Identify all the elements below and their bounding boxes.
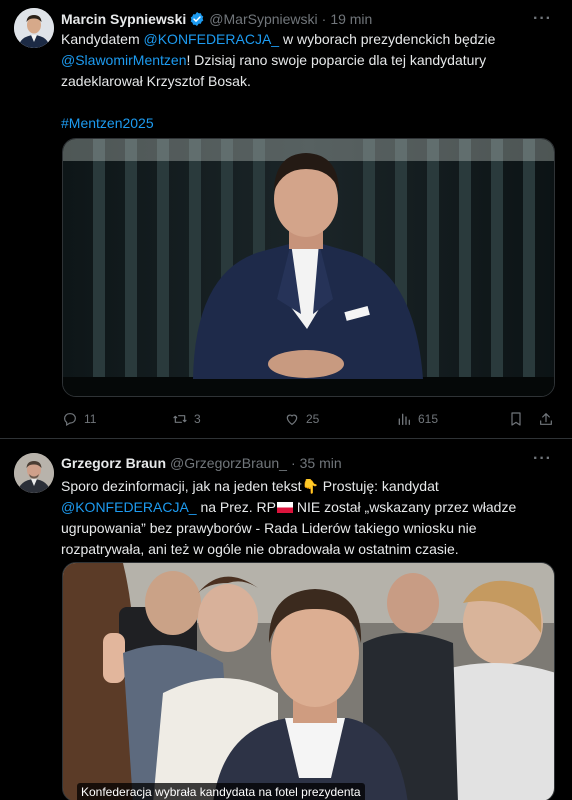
text-span: na Prez. RP [196, 499, 276, 515]
divider [0, 438, 572, 439]
tweet-header: Grzegorz Braun @GrzegorzBraun_ · 35 min [61, 454, 342, 472]
avatar[interactable] [14, 8, 54, 48]
author-name[interactable]: Marcin Sypniewski [61, 11, 186, 27]
text-span: Prostuję: kandydat [318, 478, 439, 494]
like-button[interactable]: 25 [284, 409, 319, 429]
separator: · [290, 455, 296, 471]
author-handle[interactable]: @MarSypniewski [209, 11, 317, 27]
tweet-sypniewski[interactable]: Marcin Sypniewski @MarSypniewski · 19 mi… [0, 0, 572, 438]
like-count: 25 [306, 412, 320, 426]
bookmark-button[interactable] [508, 409, 530, 429]
repost-icon [173, 415, 187, 423]
tweet-photo[interactable]: Konfederacja wybrała kandydata na fotel … [62, 562, 555, 800]
reply-button[interactable]: 11 [62, 409, 96, 429]
avatar[interactable] [14, 453, 54, 493]
author-name[interactable]: Grzegorz Braun [61, 455, 166, 471]
like-icon [286, 414, 298, 426]
media-caption: Konfederacja wybrała kandydata na fotel … [77, 783, 365, 800]
views-icon [398, 413, 410, 425]
reply-icon [64, 413, 76, 427]
text-span: Sporo dezinformacji, jak na jeden tekst [61, 478, 302, 494]
views-button[interactable]: 615 [396, 409, 438, 429]
tweet-actions: 11 3 25 615 [62, 409, 557, 429]
tweet-photo[interactable] [62, 138, 555, 397]
verified-badge-icon [191, 12, 204, 26]
tweet-header: Marcin Sypniewski @MarSypniewski · 19 mi… [61, 10, 372, 28]
mention-konfederacja[interactable]: @KONFEDERACJA_ [144, 31, 280, 47]
more-icon[interactable]: ··· [533, 450, 552, 468]
reply-count: 11 [84, 412, 97, 426]
timestamp[interactable]: 35 min [300, 455, 342, 471]
views-count: 615 [418, 412, 439, 426]
share-icon [540, 413, 552, 425]
share-button[interactable] [538, 409, 560, 429]
separator: · [321, 11, 327, 27]
tweet-text: Sporo dezinformacji, jak na jeden tekst👇… [61, 476, 551, 560]
timestamp[interactable]: 19 min [330, 11, 372, 27]
repost-count: 3 [194, 412, 201, 426]
poland-flag-icon [276, 502, 293, 513]
mention-konfederacja[interactable]: @KONFEDERACJA_ [61, 499, 197, 515]
text-span: Kandydatem [61, 31, 144, 47]
text-span: w wyborach prezydenckich będzie [279, 31, 496, 47]
tweet-braun[interactable]: Grzegorz Braun @GrzegorzBraun_ · 35 min … [0, 440, 572, 800]
bookmark-icon [511, 412, 521, 426]
more-icon[interactable]: ··· [533, 10, 552, 28]
pointing-down-emoji: 👇 [301, 478, 319, 494]
tweet-text: Kandydatem @KONFEDERACJA_ w wyborach pre… [61, 29, 551, 134]
mention-mentzen[interactable]: @SlawomirMentzen [61, 52, 186, 68]
author-handle[interactable]: @GrzegorzBraun_ [170, 455, 287, 471]
hashtag[interactable]: #Mentzen2025 [61, 115, 154, 131]
repost-button[interactable]: 3 [172, 409, 201, 429]
